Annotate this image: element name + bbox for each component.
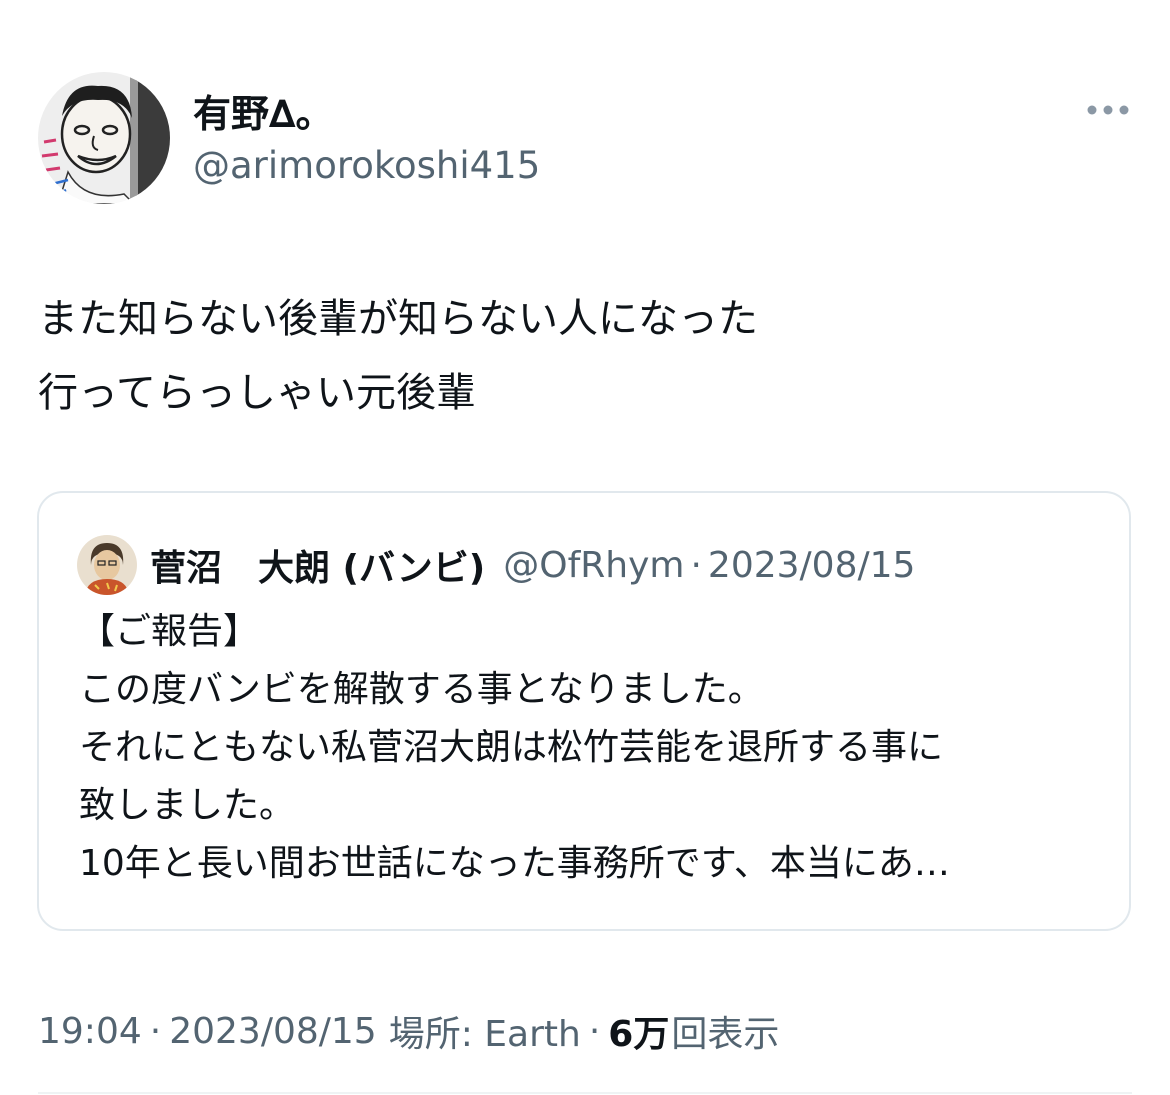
- divider: [38, 1092, 1132, 1094]
- separator-dot: ·: [690, 544, 702, 586]
- tweet-time[interactable]: 19:04: [38, 1011, 142, 1052]
- avatar-image: [38, 72, 170, 204]
- quote-text-line: それにともない私菅沼大朗は松竹芸能を退所する事に: [79, 727, 944, 768]
- views-label: 回表示: [671, 1014, 780, 1055]
- tweet-meta: 19:04 · 2023/08/15 場所: Earth · 6万 回表示: [38, 1006, 779, 1056]
- quote-date[interactable]: 2023/08/15: [708, 545, 916, 586]
- tweet-date[interactable]: 2023/08/15: [169, 1011, 377, 1052]
- more-horizontal-icon: [1087, 105, 1129, 115]
- tweet-text-line: また知らない後輩が知らない人になった: [38, 296, 758, 342]
- quote-author-avatar[interactable]: [77, 535, 137, 595]
- quote-text-line: 致しました。: [79, 785, 296, 826]
- tweet-location: 場所: Earth: [388, 1014, 581, 1055]
- quoted-tweet-card[interactable]: 菅沼 大朗 (バンビ) @OfRhym · 2023/08/15 【ご報告】 こ…: [37, 491, 1131, 931]
- avatar-image: [77, 535, 137, 595]
- quote-text-line: 【ご報告】: [79, 611, 260, 652]
- quote-text: 【ご報告】 この度バンビを解散する事となりました。 それにともない私菅沼大朗は松…: [79, 603, 1109, 893]
- quote-author-handle[interactable]: @OfRhym: [503, 545, 684, 586]
- more-options-button[interactable]: [1076, 92, 1140, 128]
- author-avatar[interactable]: [38, 72, 170, 204]
- author-name[interactable]: 有野∆。: [193, 90, 333, 138]
- tweet-text-line: 行ってらっしゃい元後輩: [38, 370, 476, 416]
- separator-dot: ·: [149, 1010, 162, 1052]
- quote-text-line: この度バンビを解散する事となりました。: [79, 669, 764, 710]
- tweet-text: また知らない後輩が知らない人になった 行ってらっしゃい元後輩: [38, 282, 1128, 430]
- separator-dot: ·: [588, 1010, 601, 1052]
- quote-author-name[interactable]: 菅沼 大朗 (バンビ): [150, 539, 485, 591]
- quote-text-line: 10年と長い間お世話になった事務所です、本当にあ…: [79, 843, 950, 884]
- views-count: 6万: [608, 1014, 670, 1055]
- author-handle[interactable]: @arimorokoshi415: [193, 142, 540, 190]
- quote-header: 菅沼 大朗 (バンビ) @OfRhym · 2023/08/15: [150, 537, 915, 593]
